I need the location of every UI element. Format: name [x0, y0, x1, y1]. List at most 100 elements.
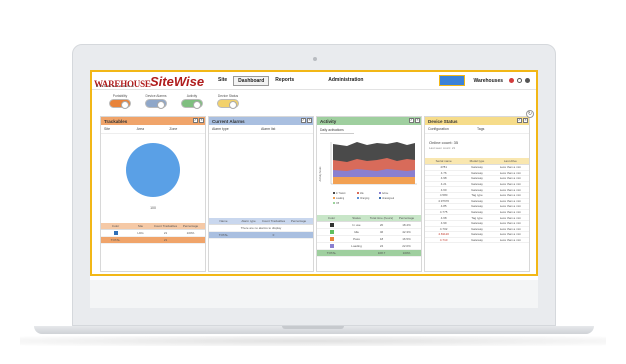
col-site: Site [137, 224, 144, 228]
toggle-label: Device Alarms [145, 94, 167, 98]
sub-alarm-type[interactable]: Alarm type [212, 127, 261, 131]
user-icon[interactable] [509, 78, 514, 83]
cell: Gateway [471, 210, 483, 215]
legend-item: Loading [336, 198, 345, 200]
panel-buttons: ✓ × [301, 118, 312, 123]
legend-item: Active [382, 192, 389, 195]
alarms-chart-area [209, 134, 313, 218]
table-row[interactable]: In use 20 18.4% [317, 222, 421, 229]
device-row[interactable]: 4.710 Gateway Less than a min [425, 238, 529, 244]
toggle-label: Device Status [217, 94, 239, 98]
panel-alarms: Current Alarms ✓ × Alarm type Alarm list… [208, 116, 314, 272]
panel-title: Current Alarms [212, 118, 245, 124]
panel-header: Current Alarms ✓ × [209, 117, 313, 125]
table-row[interactable]: Idle 46 42.3% [317, 229, 421, 236]
location-selector[interactable]: Warehouses [473, 78, 503, 84]
cell: 4.702 [439, 226, 448, 231]
sub-configuration[interactable]: Configuration [428, 127, 477, 131]
help-icon[interactable] [517, 78, 522, 83]
laptop-screen: WAREHOUSE OPERATIONS SiteWise Site Dashb… [90, 70, 538, 308]
toggle-switch-status[interactable] [217, 99, 239, 109]
col-percentage: Percentage [290, 219, 307, 223]
y-axis-label: Activity hours [319, 166, 322, 182]
toggle-label: Portability [112, 94, 128, 98]
close-icon[interactable]: × [199, 118, 204, 123]
expand-icon[interactable]: ✓ [517, 118, 522, 123]
cell: Pass [353, 237, 360, 241]
sitewise-app: WAREHOUSE OPERATIONS SiteWise Site Dashb… [90, 70, 538, 276]
cell: Gateway [471, 187, 483, 192]
table-row[interactable]: Pass 18 16.5% [317, 236, 421, 243]
cell: 100% [402, 251, 411, 255]
table-row[interactable]: Loading 24 22.0% [317, 243, 421, 250]
cell: LDG [137, 231, 144, 235]
empty-row: There are no alarms to display [209, 225, 313, 232]
cell: 46 [379, 230, 384, 234]
toggle-switch-portability[interactable] [109, 99, 131, 109]
cell: Gateway [471, 204, 483, 209]
refresh-icon[interactable]: ↻ [526, 110, 534, 118]
sub-zone[interactable]: Zone [169, 127, 202, 131]
nav-administration[interactable]: Administration [324, 76, 367, 86]
toggle-status: Device Status [214, 94, 242, 109]
col-percentage: Percentage [398, 216, 415, 220]
panel-buttons: ✓ × [409, 118, 420, 123]
top-right-controls: Warehouses [439, 75, 530, 86]
nav-site[interactable]: Site [214, 76, 231, 86]
expand-icon[interactable]: ✓ [409, 118, 414, 123]
total-row: TOTAL 108.7 100% [317, 250, 421, 257]
cell: In use [352, 223, 361, 227]
camera-icon [313, 57, 317, 61]
cell: Less than a min [499, 182, 521, 187]
toggle-switch-activity[interactable] [181, 99, 203, 109]
col-serial: Serial name [435, 159, 452, 163]
cell: 108.7 [377, 251, 386, 255]
expand-icon[interactable]: ✓ [193, 118, 198, 123]
panel-header: Trackables ✓ × [101, 117, 205, 125]
toggle-alarms: Device Alarms [142, 94, 170, 109]
nav-dashboard[interactable]: Dashboard [233, 76, 270, 86]
close-icon[interactable]: × [415, 118, 420, 123]
cell: 4.68 [440, 215, 447, 220]
col-count: Count Trackables [153, 224, 178, 228]
close-icon[interactable]: × [307, 118, 312, 123]
sub-alarm-list[interactable]: Alarm list [261, 127, 310, 131]
color-swatch [103, 230, 128, 236]
cell: 42.3% [402, 230, 411, 234]
sub-site[interactable]: Site [104, 127, 137, 131]
cell: Less than a min [499, 170, 521, 175]
highlighted-control[interactable] [439, 75, 466, 86]
widget-toggles: Portability Device Alarms Activity Devic… [106, 94, 242, 109]
table-row[interactable]: LDG 21 100% [101, 230, 205, 237]
close-icon[interactable]: × [523, 118, 528, 123]
cell: Less than a min [499, 232, 521, 237]
pie-slice[interactable] [126, 143, 180, 197]
cell: Gateway [471, 182, 483, 187]
logo-sub-text: OPERATIONS [96, 84, 136, 88]
toggle-switch-alarms[interactable] [145, 99, 167, 109]
cell: 4.710 [439, 238, 448, 243]
cell: Tag type [471, 215, 483, 220]
panel-header: Activity ✓ × [317, 117, 421, 125]
sub-tags[interactable]: Tags [477, 127, 526, 131]
area-series-4[interactable] [333, 177, 415, 184]
col-count: Count Trackables [261, 219, 286, 223]
main-nav: Site Dashboard Reports Administration [214, 76, 369, 86]
expand-icon[interactable]: ✓ [301, 118, 306, 123]
cell: 4.60 [440, 187, 447, 192]
cell: 16.5% [402, 237, 411, 241]
legend-item: In Transit [336, 192, 346, 195]
online-subtext: Last seen count: 21 [429, 146, 456, 150]
sub-area[interactable]: Area [137, 127, 170, 131]
cell: Tag type [471, 193, 483, 198]
nav-reports[interactable]: Reports [271, 76, 298, 86]
cell: 4.775 [439, 210, 448, 215]
gear-icon[interactable] [525, 78, 530, 83]
cell: 4.21 [440, 182, 447, 187]
legend-item: Unassigned [382, 198, 395, 200]
logo[interactable]: WAREHOUSE OPERATIONS SiteWise [94, 74, 204, 92]
cell: Less than a min [499, 198, 521, 203]
panel-activity: Activity ✓ × Daily activations Activity … [316, 116, 422, 272]
cell: 24 [379, 244, 384, 248]
col-model: Model type [469, 159, 485, 163]
